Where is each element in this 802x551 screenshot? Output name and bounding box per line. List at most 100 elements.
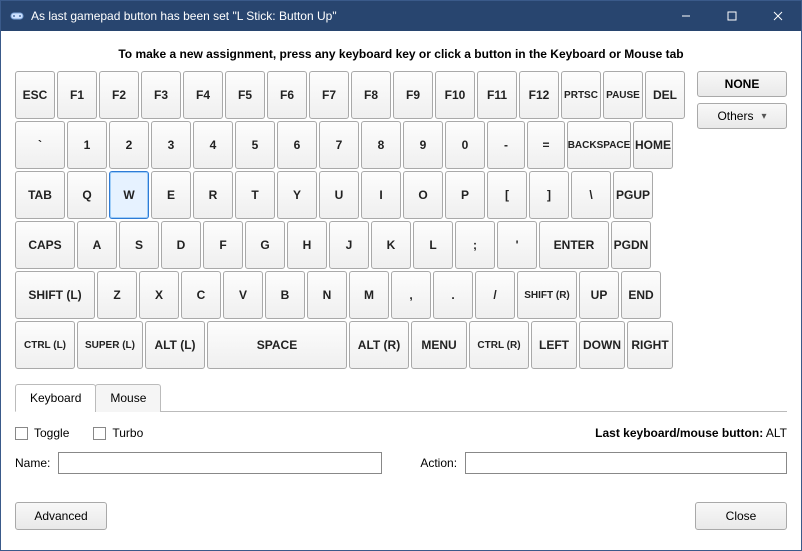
toggle-checkbox[interactable]: Toggle: [15, 426, 69, 440]
key-del[interactable]: DEL: [645, 71, 685, 119]
key-down[interactable]: DOWN: [579, 321, 625, 369]
key-pause[interactable]: PAUSE: [603, 71, 643, 119]
key-right[interactable]: RIGHT: [627, 321, 673, 369]
key-w[interactable]: W: [109, 171, 149, 219]
key-h[interactable]: H: [287, 221, 327, 269]
key-6[interactable]: 6: [277, 121, 317, 169]
keyboard-area: ESCF1F2F3F4F5F6F7F8F9F10F11F12PRTSCPAUSE…: [15, 71, 787, 371]
key-[interactable]: .: [433, 271, 473, 319]
key-2[interactable]: 2: [109, 121, 149, 169]
others-dropdown[interactable]: Others ▾: [697, 103, 787, 129]
advanced-button[interactable]: Advanced: [15, 502, 107, 530]
key-alt-l[interactable]: ALT (L): [145, 321, 205, 369]
key-8[interactable]: 8: [361, 121, 401, 169]
key-left[interactable]: LEFT: [531, 321, 577, 369]
key-m[interactable]: M: [349, 271, 389, 319]
key-i[interactable]: I: [361, 171, 401, 219]
key-end[interactable]: END: [621, 271, 661, 319]
key-space[interactable]: SPACE: [207, 321, 347, 369]
key-t[interactable]: T: [235, 171, 275, 219]
none-button[interactable]: NONE: [697, 71, 787, 97]
key-v[interactable]: V: [223, 271, 263, 319]
key-j[interactable]: J: [329, 221, 369, 269]
key-[interactable]: \: [571, 171, 611, 219]
key-super-l[interactable]: SUPER (L): [77, 321, 143, 369]
key-[interactable]: [: [487, 171, 527, 219]
key-caps[interactable]: CAPS: [15, 221, 75, 269]
key-menu[interactable]: MENU: [411, 321, 467, 369]
key-[interactable]: `: [15, 121, 65, 169]
key-f8[interactable]: F8: [351, 71, 391, 119]
key-[interactable]: -: [487, 121, 525, 169]
key-ctrl-l[interactable]: CTRL (L): [15, 321, 75, 369]
key-pgup[interactable]: PGUP: [613, 171, 653, 219]
key-[interactable]: =: [527, 121, 565, 169]
action-input[interactable]: [465, 452, 787, 474]
key-f7[interactable]: F7: [309, 71, 349, 119]
key-[interactable]: /: [475, 271, 515, 319]
key-f4[interactable]: F4: [183, 71, 223, 119]
key-x[interactable]: X: [139, 271, 179, 319]
key-n[interactable]: N: [307, 271, 347, 319]
key-prtsc[interactable]: PRTSC: [561, 71, 601, 119]
maximize-button[interactable]: [709, 1, 755, 31]
key-enter[interactable]: ENTER: [539, 221, 609, 269]
key-ctrl-r[interactable]: CTRL (R): [469, 321, 529, 369]
key-shift-r[interactable]: SHIFT (R): [517, 271, 577, 319]
key-f6[interactable]: F6: [267, 71, 307, 119]
key-[interactable]: ]: [529, 171, 569, 219]
key-a[interactable]: A: [77, 221, 117, 269]
key-4[interactable]: 4: [193, 121, 233, 169]
key-up[interactable]: UP: [579, 271, 619, 319]
key-o[interactable]: O: [403, 171, 443, 219]
minimize-button[interactable]: [663, 1, 709, 31]
close-button[interactable]: Close: [695, 502, 787, 530]
key-f3[interactable]: F3: [141, 71, 181, 119]
key-f[interactable]: F: [203, 221, 243, 269]
tab-keyboard[interactable]: Keyboard: [15, 384, 96, 412]
key-u[interactable]: U: [319, 171, 359, 219]
key-shift-l[interactable]: SHIFT (L): [15, 271, 95, 319]
key-[interactable]: ': [497, 221, 537, 269]
key-f11[interactable]: F11: [477, 71, 517, 119]
keyboard-row: SHIFT (L)ZXCVBNM,./SHIFT (R)UPEND: [15, 271, 689, 319]
checkbox-box: [15, 427, 28, 440]
key-l[interactable]: L: [413, 221, 453, 269]
key-c[interactable]: C: [181, 271, 221, 319]
key-g[interactable]: G: [245, 221, 285, 269]
key-f10[interactable]: F10: [435, 71, 475, 119]
key-z[interactable]: Z: [97, 271, 137, 319]
key-s[interactable]: S: [119, 221, 159, 269]
name-input[interactable]: [58, 452, 382, 474]
key-esc[interactable]: ESC: [15, 71, 55, 119]
key-0[interactable]: 0: [445, 121, 485, 169]
key-f5[interactable]: F5: [225, 71, 265, 119]
key-f12[interactable]: F12: [519, 71, 559, 119]
key-y[interactable]: Y: [277, 171, 317, 219]
key-1[interactable]: 1: [67, 121, 107, 169]
key-b[interactable]: B: [265, 271, 305, 319]
key-f2[interactable]: F2: [99, 71, 139, 119]
key-backspace[interactable]: BACKSPACE: [567, 121, 631, 169]
key-e[interactable]: E: [151, 171, 191, 219]
key-r[interactable]: R: [193, 171, 233, 219]
key-pgdn[interactable]: PGDN: [611, 221, 651, 269]
key-alt-r[interactable]: ALT (R): [349, 321, 409, 369]
tab-mouse[interactable]: Mouse: [95, 384, 161, 412]
key-home[interactable]: HOME: [633, 121, 673, 169]
key-q[interactable]: Q: [67, 171, 107, 219]
key-[interactable]: ,: [391, 271, 431, 319]
key-f1[interactable]: F1: [57, 71, 97, 119]
key-5[interactable]: 5: [235, 121, 275, 169]
key-7[interactable]: 7: [319, 121, 359, 169]
key-k[interactable]: K: [371, 221, 411, 269]
key-p[interactable]: P: [445, 171, 485, 219]
key-d[interactable]: D: [161, 221, 201, 269]
key-tab[interactable]: TAB: [15, 171, 65, 219]
key-3[interactable]: 3: [151, 121, 191, 169]
key-[interactable]: ;: [455, 221, 495, 269]
key-f9[interactable]: F9: [393, 71, 433, 119]
turbo-checkbox[interactable]: Turbo: [93, 426, 143, 440]
close-window-button[interactable]: [755, 1, 801, 31]
key-9[interactable]: 9: [403, 121, 443, 169]
